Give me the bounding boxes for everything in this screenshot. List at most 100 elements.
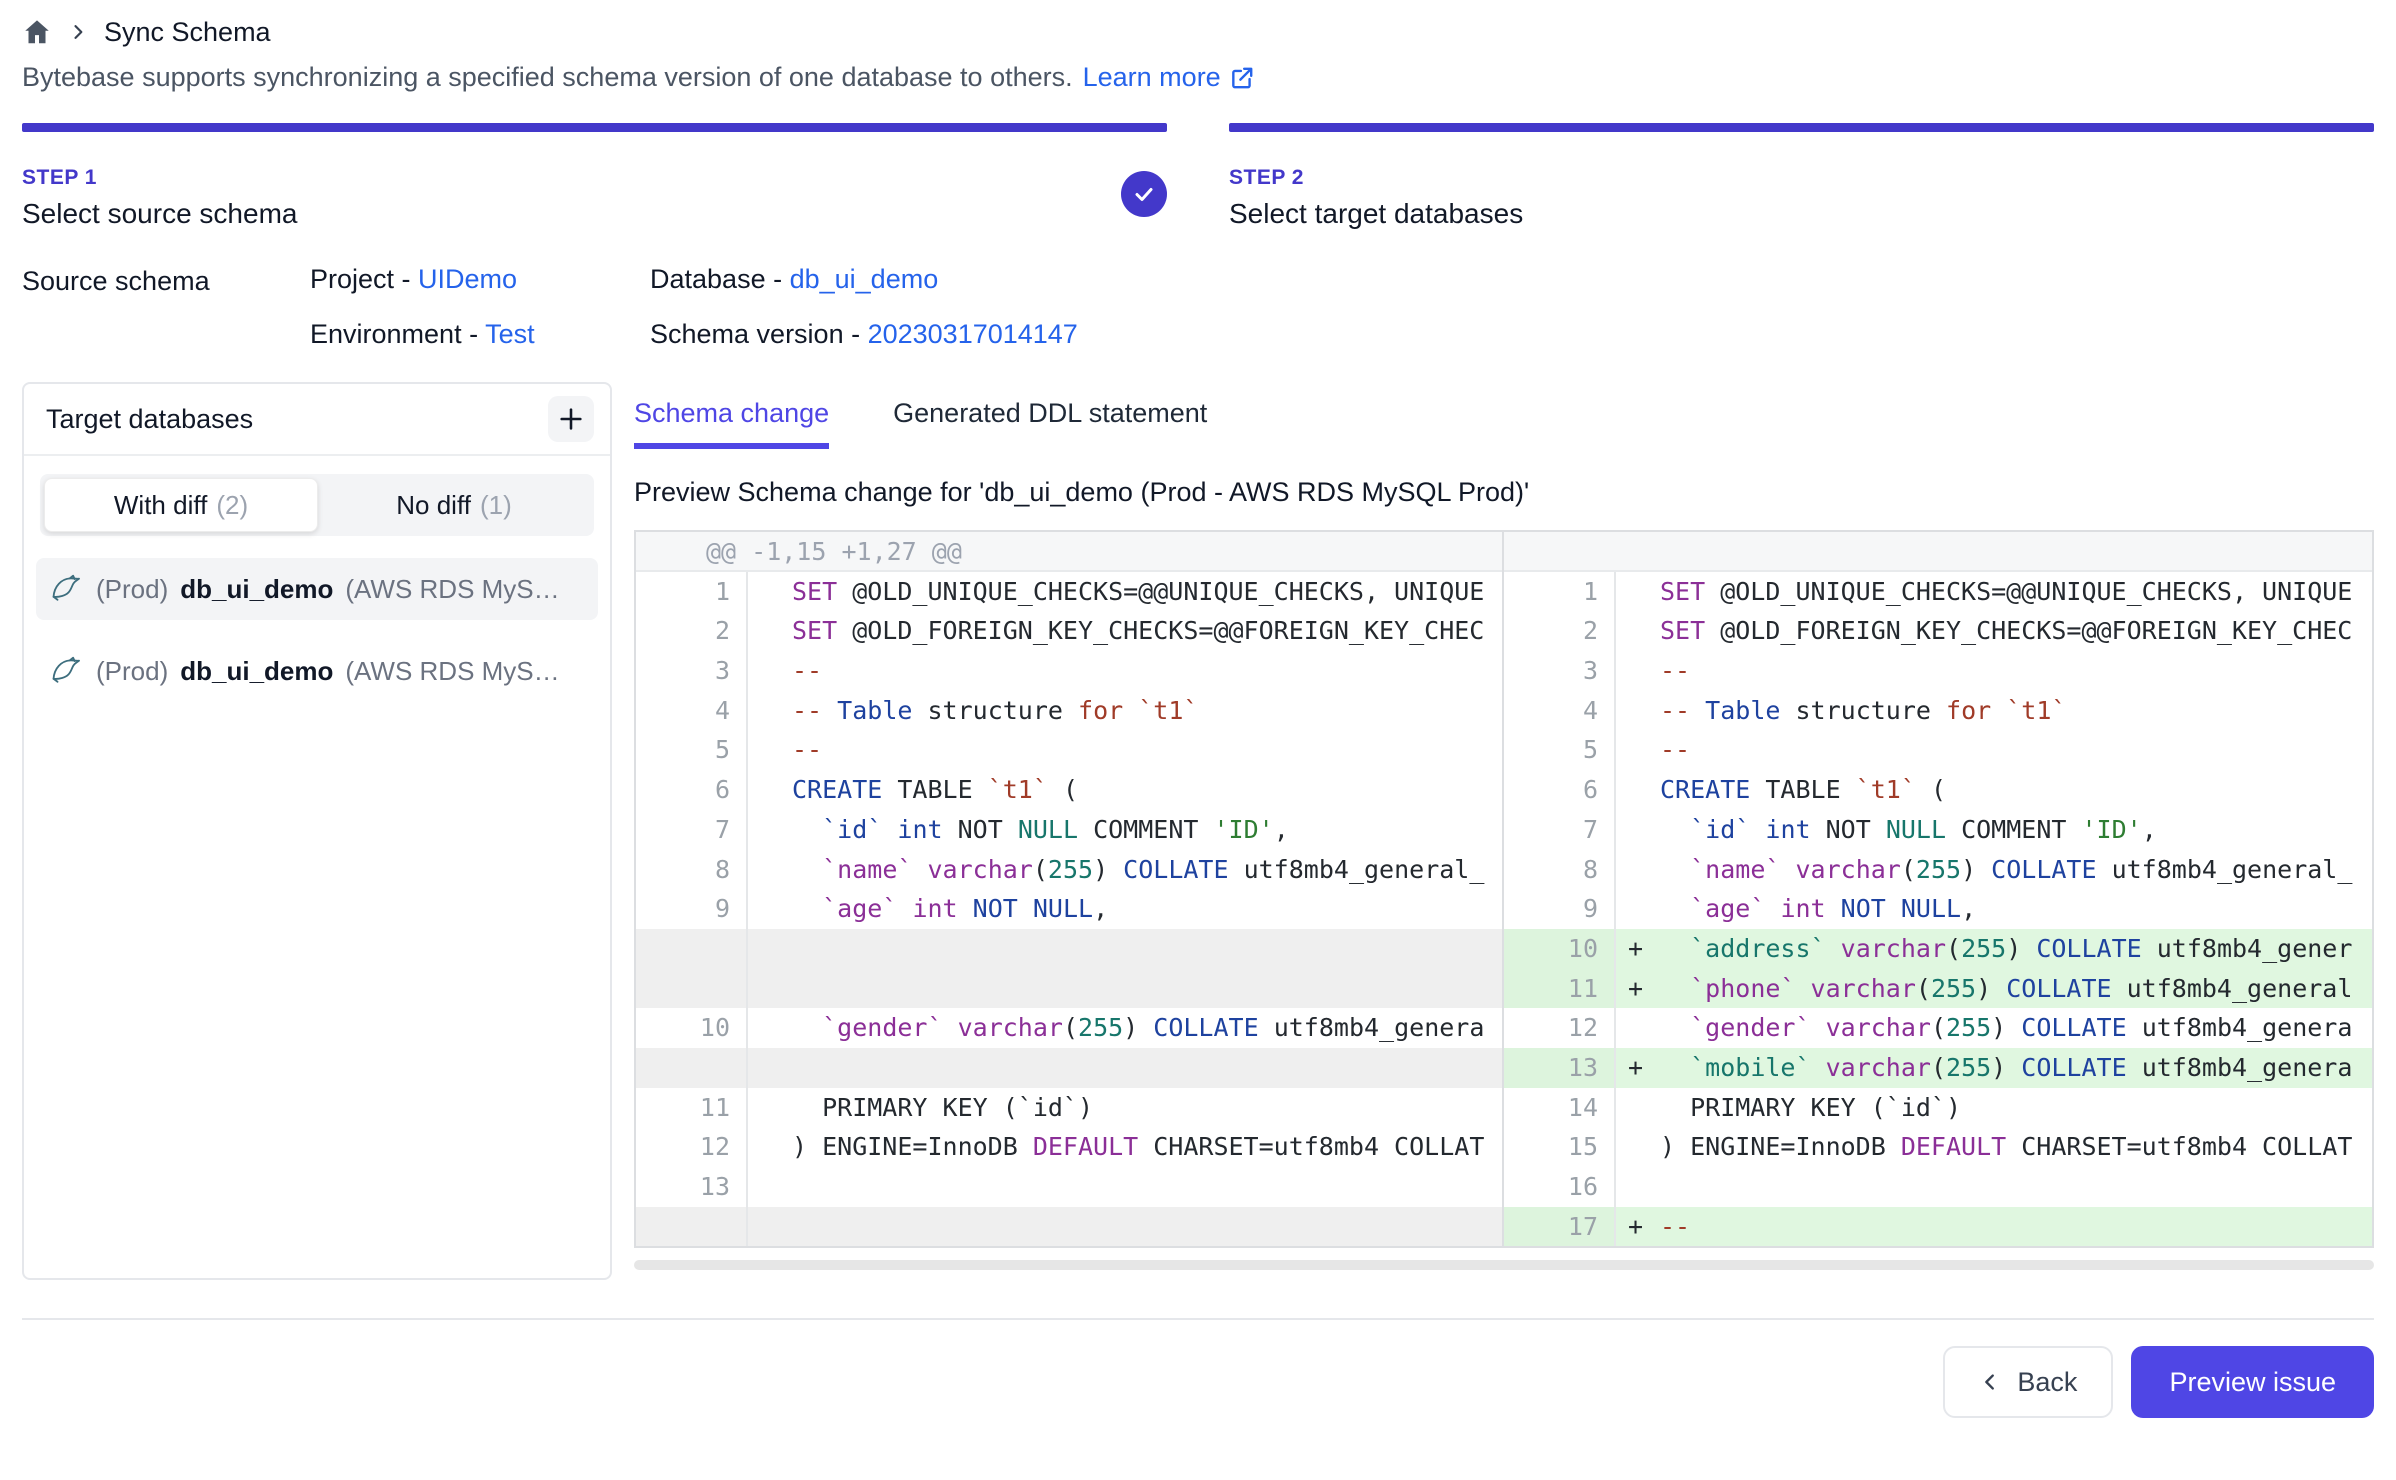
diff-row: 12 `gender` varchar(255) COLLATE utf8mb4… — [1504, 1008, 2372, 1048]
diff-row: 5-- — [636, 730, 1502, 770]
preview-tabs: Schema change Generated DDL statement — [634, 382, 2374, 449]
step-2-progress-bar — [1229, 123, 2374, 132]
check-icon — [1132, 182, 1156, 206]
diff-row: 5-- — [1504, 730, 2372, 770]
line-number: 5 — [636, 730, 746, 770]
diff-row — [1504, 532, 2372, 572]
diff-marker: + — [1616, 1048, 1660, 1088]
diff-row: 9 `age` int NOT NULL, — [1504, 889, 2372, 929]
diff-marker — [748, 850, 792, 890]
diff-marker — [748, 810, 792, 850]
diff-row: 13 — [636, 1167, 1502, 1207]
diff-marker — [748, 1207, 792, 1247]
external-link-icon — [1229, 65, 1255, 91]
database-link[interactable]: db_ui_demo — [790, 264, 939, 294]
schema-preview-section: Schema change Generated DDL statement Pr… — [634, 382, 2374, 1280]
diff-marker — [1616, 810, 1660, 850]
diff-marker — [748, 770, 792, 810]
diff-row: 4-- Table structure for `t1` — [636, 691, 1502, 731]
diff-filler-line — [746, 1207, 1502, 1247]
code-line: -- — [746, 651, 1502, 691]
diff-row — [636, 1207, 1502, 1247]
diff-marker — [748, 889, 792, 929]
diff-marker — [1616, 1008, 1660, 1048]
target-database-item-2[interactable]: (Prod) db_ui_demo (AWS RDS MyS… — [36, 640, 598, 702]
code-line: `age` int NOT NULL, — [1614, 889, 2372, 929]
home-icon[interactable] — [22, 17, 52, 47]
diff-row: 3-- — [636, 651, 1502, 691]
tab-schema-change[interactable]: Schema change — [634, 398, 829, 449]
schema-version-link[interactable]: 20230317014147 — [868, 319, 1078, 349]
added-code-line: + `phone` varchar(255) COLLATE utf8mb4_g… — [1614, 969, 2372, 1009]
diff-row: 9 `age` int NOT NULL, — [636, 889, 1502, 929]
learn-more-link[interactable]: Learn more — [1083, 62, 1255, 93]
line-number — [636, 1207, 746, 1247]
diff-row: 7 `id` int NOT NULL COMMENT 'ID', — [636, 810, 1502, 850]
line-number — [636, 969, 746, 1009]
code-line: PRIMARY KEY (`id`) — [746, 1088, 1502, 1128]
code-line: `id` int NOT NULL COMMENT 'ID', — [746, 810, 1502, 850]
diff-row: 11 PRIMARY KEY (`id`) — [636, 1088, 1502, 1128]
diff-marker — [1616, 770, 1660, 810]
step-1-label: STEP 1 — [22, 166, 1167, 190]
step-2-title: Select target databases — [1229, 198, 2374, 230]
code-line: CREATE TABLE `t1` ( — [746, 770, 1502, 810]
tab-with-diff[interactable]: With diff (2) — [44, 478, 318, 532]
schema-version-field: Schema version - 20230317014147 — [650, 319, 2374, 350]
line-number: 10 — [636, 1008, 746, 1048]
line-number: 17 — [1504, 1207, 1614, 1247]
mysql-icon — [50, 572, 84, 606]
line-number: 4 — [1504, 691, 1614, 731]
code-line: -- — [1614, 651, 2372, 691]
line-number: 4 — [636, 691, 746, 731]
preview-issue-button[interactable]: Preview issue — [2131, 1346, 2374, 1418]
line-number: 3 — [636, 651, 746, 691]
diff-row: 1SET @OLD_UNIQUE_CHECKS=@@UNIQUE_CHECKS,… — [636, 572, 1502, 612]
step-1-completed-badge — [1121, 171, 1167, 217]
tab-generated-ddl[interactable]: Generated DDL statement — [893, 398, 1207, 449]
diff-pane-source: @@ -1,15 +1,27 @@1SET @OLD_UNIQUE_CHECKS… — [636, 532, 1504, 1246]
diff-row: 17+-- — [1504, 1207, 2372, 1247]
diff-marker — [748, 1048, 792, 1088]
diff-marker — [1616, 651, 1660, 691]
line-number: 6 — [1504, 770, 1614, 810]
back-button[interactable]: Back — [1943, 1346, 2113, 1418]
target-databases-panel: Target databases With diff (2) No diff (… — [22, 382, 612, 1280]
code-line: `name` varchar(255) COLLATE utf8mb4_gene… — [1614, 850, 2372, 890]
tab-no-diff[interactable]: No diff (1) — [318, 478, 590, 532]
preview-title: Preview Schema change for 'db_ui_demo (P… — [634, 477, 2374, 508]
line-number: 10 — [1504, 929, 1614, 969]
line-number: 1 — [1504, 572, 1614, 612]
line-number: 13 — [636, 1167, 746, 1207]
diff-marker — [1616, 1167, 1660, 1207]
environment-link[interactable]: Test — [485, 319, 535, 349]
diff-row: 10+ `address` varchar(255) COLLATE utf8m… — [1504, 929, 2372, 969]
diff-row: 3-- — [1504, 651, 2372, 691]
diff-marker — [748, 929, 792, 969]
code-line — [746, 1167, 1502, 1207]
diff-pane-target: 1SET @OLD_UNIQUE_CHECKS=@@UNIQUE_CHECKS,… — [1504, 532, 2372, 1246]
diff-marker — [1616, 611, 1660, 651]
target-database-item-1[interactable]: (Prod) db_ui_demo (AWS RDS MyS… — [36, 558, 598, 620]
chevron-right-icon — [68, 22, 88, 42]
diff-marker — [748, 1127, 792, 1167]
code-line: ) ENGINE=InnoDB DEFAULT CHARSET=utf8mb4 … — [746, 1127, 1502, 1167]
diff-horizontal-scrollbar[interactable] — [634, 1260, 2374, 1270]
step-1-progress-bar — [22, 123, 1167, 132]
line-number: 13 — [1504, 1048, 1614, 1088]
add-target-database-button[interactable] — [548, 396, 594, 442]
diff-row: 14 PRIMARY KEY (`id`) — [1504, 1088, 2372, 1128]
code-line: CREATE TABLE `t1` ( — [1614, 770, 2372, 810]
project-link[interactable]: UIDemo — [418, 264, 517, 294]
line-number: 3 — [1504, 651, 1614, 691]
step-2-label: STEP 2 — [1229, 166, 2374, 190]
line-number: 11 — [1504, 969, 1614, 1009]
code-line: `gender` varchar(255) COLLATE utf8mb4_ge… — [1614, 1008, 2372, 1048]
diff-marker — [748, 1008, 792, 1048]
diff-row: 16 — [1504, 1167, 2372, 1207]
plus-icon — [557, 405, 585, 433]
line-number: 1 — [636, 572, 746, 612]
diff-marker — [1616, 1127, 1660, 1167]
diff-row: 10 `gender` varchar(255) COLLATE utf8mb4… — [636, 1008, 1502, 1048]
line-number: 11 — [636, 1088, 746, 1128]
